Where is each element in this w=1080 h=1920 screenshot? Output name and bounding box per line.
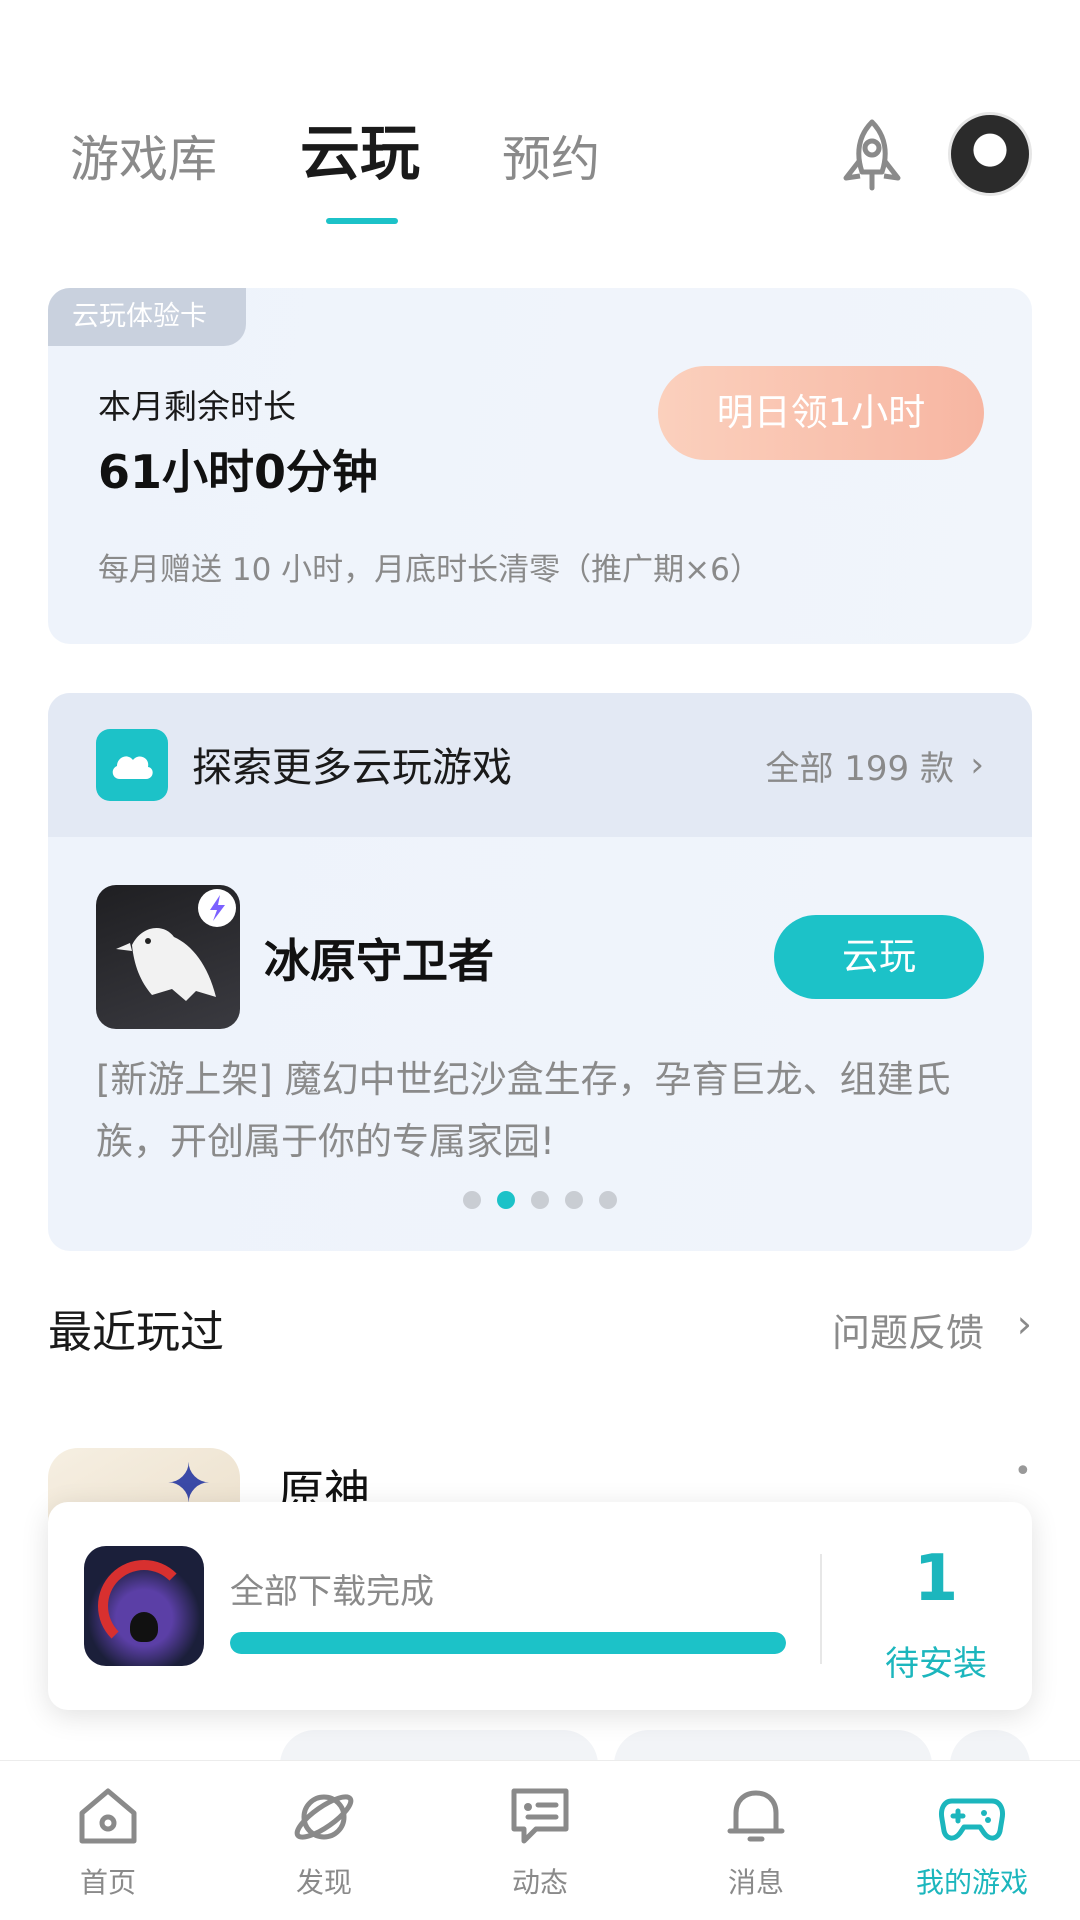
divider — [820, 1554, 822, 1664]
chevron-right-icon: › — [970, 745, 984, 785]
carousel-dot[interactable] — [463, 1191, 481, 1209]
cloud-icon — [96, 729, 168, 801]
recent-played-title: 最近玩过 — [48, 1307, 224, 1358]
nav-label: 首页 — [79, 1866, 136, 1899]
carousel-dot[interactable] — [599, 1191, 617, 1209]
explore-header[interactable]: 探索更多云玩游戏 全部 199 款 › — [48, 693, 1032, 837]
trial-note: 每月赠送 10 小时，月底时长清零（推广期×6） — [98, 552, 761, 588]
nav-label: 发现 — [295, 1866, 352, 1899]
download-status-text: 全部下载完成 — [230, 1572, 434, 1612]
cloud-play-button[interactable]: 云玩 — [774, 915, 984, 999]
carousel-dot-active[interactable] — [497, 1191, 515, 1209]
feedback-link[interactable]: 问题反馈 — [832, 1302, 984, 1357]
nav-my-games[interactable]: 我的游戏 — [882, 1785, 1062, 1901]
all-games-count[interactable]: 全部 199 款 — [765, 741, 954, 790]
rocket-icon[interactable] — [836, 118, 908, 194]
home-icon — [79, 1788, 137, 1844]
carousel-dot[interactable] — [565, 1191, 583, 1209]
avatar[interactable] — [948, 112, 1032, 196]
pending-install-count: 1 — [913, 1542, 959, 1616]
carousel-dot[interactable] — [531, 1191, 549, 1209]
nav-home[interactable]: 首页 — [18, 1785, 198, 1901]
bell-icon — [727, 1790, 785, 1842]
tab-cloud-play[interactable]: 云玩 — [300, 114, 420, 194]
nav-label: 动态 — [511, 1866, 568, 1899]
download-progress-fill — [230, 1632, 786, 1654]
planet-icon — [294, 1794, 354, 1840]
nav-label: 消息 — [727, 1866, 784, 1899]
tab-reservation[interactable]: 预约 — [502, 120, 600, 200]
trial-card-tag: 云玩体验卡 — [48, 288, 246, 346]
chat-card-icon — [511, 1788, 569, 1844]
gamepad-icon — [939, 1798, 1005, 1841]
downloaded-game-icon — [84, 1546, 204, 1666]
carousel-dots — [48, 1191, 1032, 1213]
cloud-trial-card: 云玩体验卡 本月剩余时长 61小时0分钟 明日领1小时 每月赠送 10 小时，月… — [48, 288, 1032, 644]
cloud-play-page: 游戏库 云玩 预约 云玩体验卡 本月剩余时长 61小时0分钟 明日领1小时 每月… — [0, 0, 1080, 1920]
nav-feed[interactable]: 动态 — [450, 1785, 630, 1901]
more-options-icon[interactable]: • — [1014, 1457, 1032, 1487]
explore-cloud-games-card: 探索更多云玩游戏 全部 199 款 › 冰原守卫者 云玩 [新游上架] 魔幻中世… — [48, 693, 1032, 1251]
download-progress-bar — [230, 1632, 786, 1654]
claim-hour-button[interactable]: 明日领1小时 — [658, 366, 984, 460]
explore-title: 探索更多云玩游戏 — [192, 745, 512, 791]
nav-label: 我的游戏 — [915, 1866, 1028, 1899]
nav-discover[interactable]: 发现 — [234, 1785, 414, 1901]
pending-install-label[interactable]: 待安装 — [866, 1636, 1006, 1685]
chevron-right-icon: › — [1016, 1302, 1032, 1346]
download-status-panel[interactable]: 全部下载完成 1 待安装 — [48, 1502, 1032, 1710]
game-name[interactable]: 冰原守卫者 — [264, 925, 494, 991]
bottom-nav: 首页 发现 动态 消息 我的游戏 — [0, 1760, 1080, 1920]
lightning-badge-icon — [198, 889, 236, 927]
game-description: [新游上架] 魔幻中世纪沙盒生存，孕育巨龙、组建氏族，开创属于你的专属家园! — [96, 1058, 951, 1163]
nav-messages[interactable]: 消息 — [666, 1785, 846, 1901]
tab-game-library[interactable]: 游戏库 — [70, 120, 217, 200]
remaining-time-value: 61小时0分钟 — [98, 445, 379, 499]
active-tab-indicator — [326, 218, 398, 224]
remaining-time-label: 本月剩余时长 — [98, 387, 296, 426]
